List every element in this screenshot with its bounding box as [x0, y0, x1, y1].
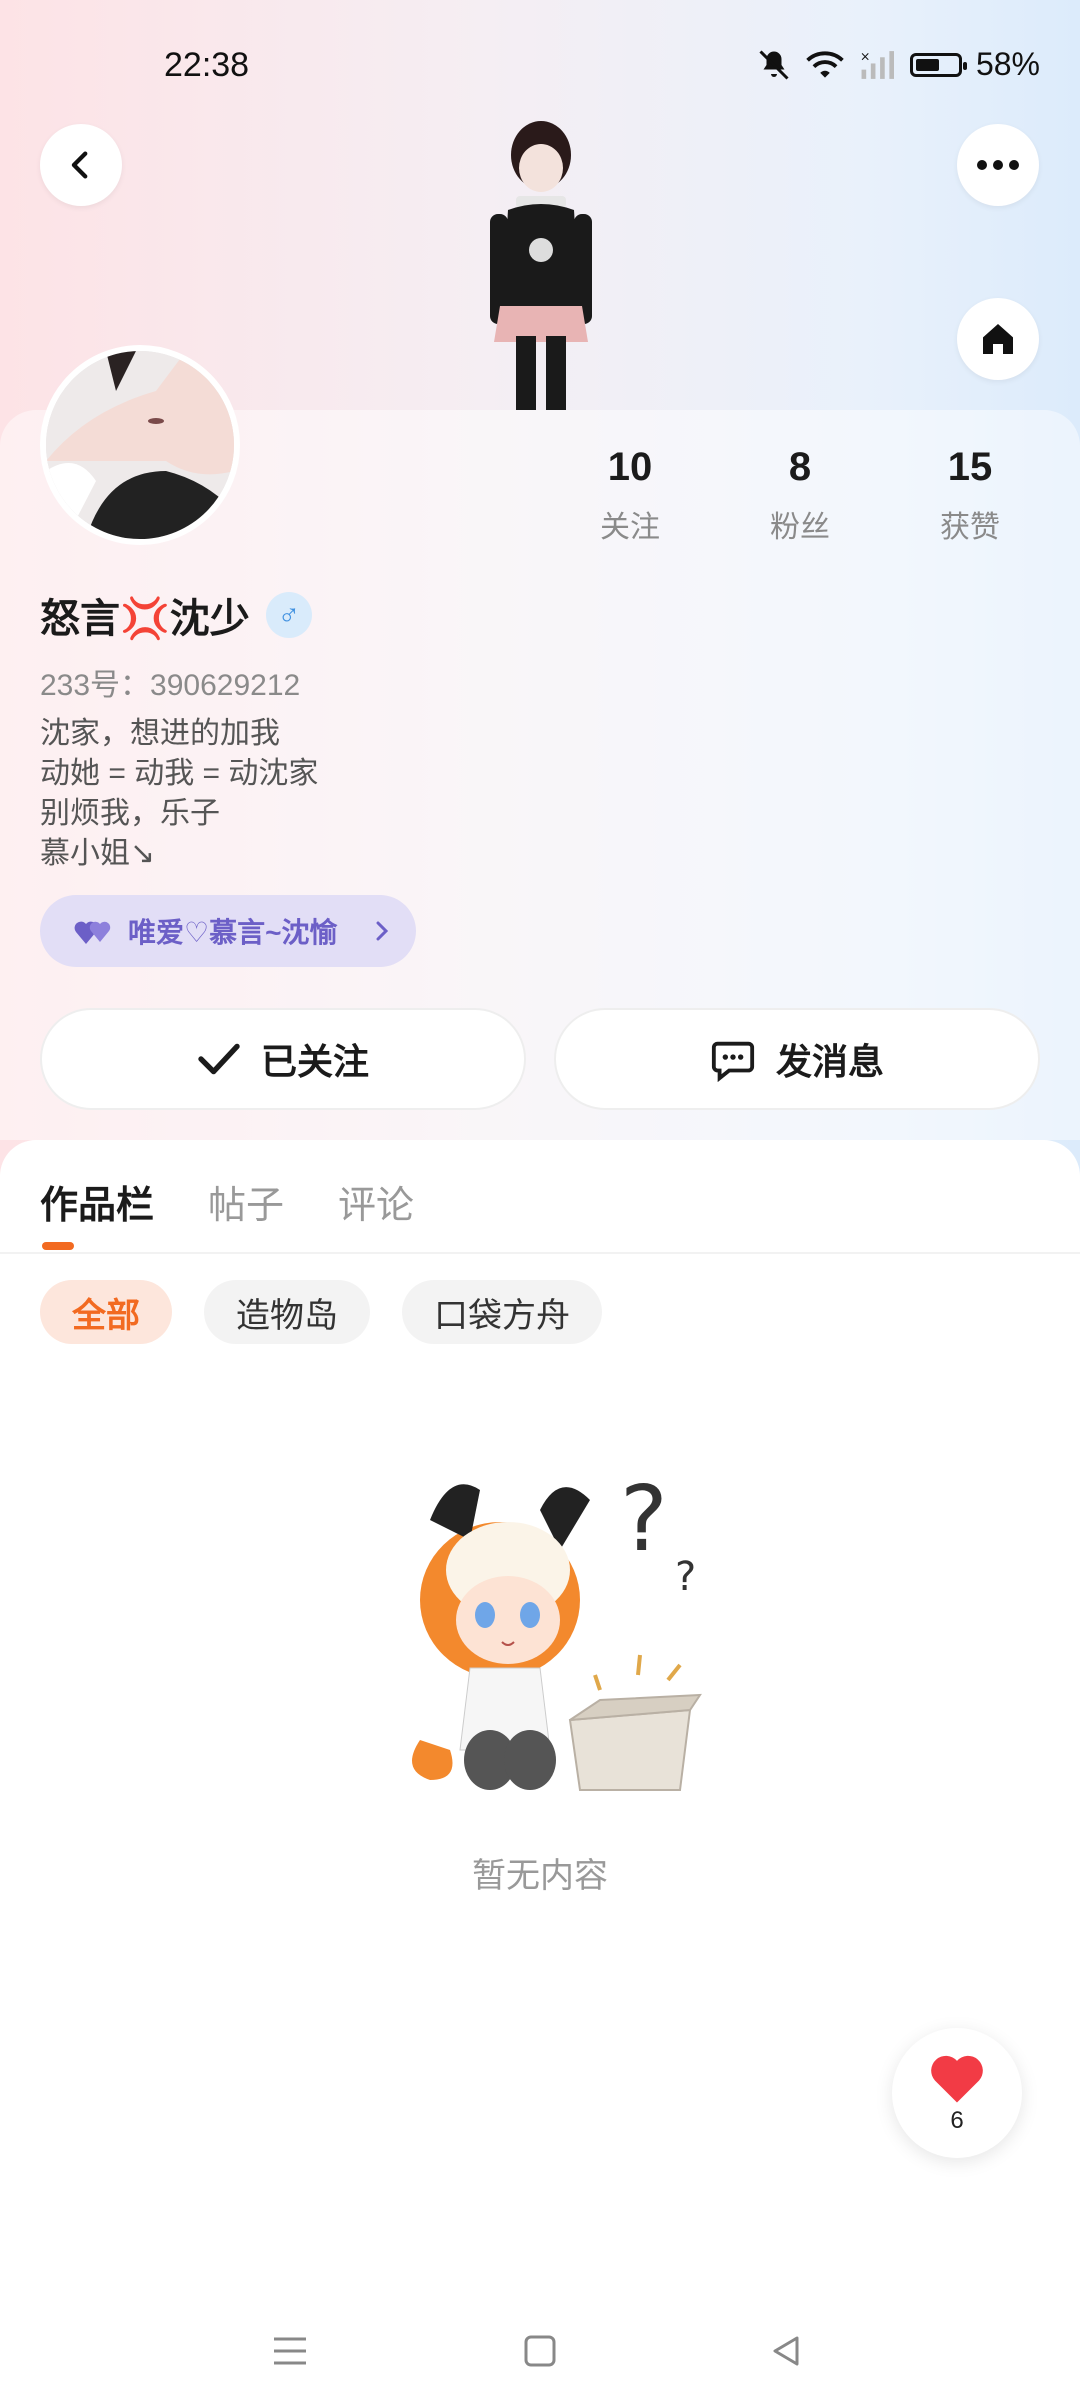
home-square-icon[interactable]: [510, 2326, 570, 2376]
tab-indicator: [42, 1242, 74, 1250]
battery-percent: 58%: [975, 46, 1040, 82]
message-button[interactable]: 发消息: [554, 1008, 1040, 1110]
bio-line: 别烦我，乐子: [40, 797, 220, 830]
stat-likes[interactable]: 15 获赞: [900, 445, 1040, 546]
system-nav-bar: [0, 2300, 1080, 2400]
svg-text:?: ?: [620, 1467, 668, 1572]
avatar[interactable]: [40, 345, 240, 545]
menu-icon[interactable]: [260, 2326, 320, 2376]
bell-mute-icon: [759, 49, 789, 80]
chip-pocket-ark[interactable]: 口袋方舟: [402, 1280, 602, 1344]
chevron-right-icon: [376, 921, 389, 941]
battery-icon: [909, 52, 967, 77]
empty-state-text: 暂无内容: [472, 1857, 608, 1895]
svg-text:?: ?: [675, 1554, 696, 1600]
name-row: 怒言💢沈少 ♂: [40, 586, 312, 644]
heart-icon: [931, 2055, 983, 2103]
filter-chips: 全部 造物岛 口袋方舟: [40, 1280, 602, 1344]
chat-bubble-icon: [711, 1041, 755, 1082]
stat-fans[interactable]: 8 粉丝: [730, 445, 870, 546]
like-count: 6: [950, 2107, 964, 2134]
stat-number: 8: [788, 445, 812, 489]
like-button[interactable]: 6: [892, 2028, 1022, 2158]
home-button[interactable]: [957, 298, 1039, 380]
tab-works[interactable]: 作品栏: [40, 1174, 154, 1229]
empty-state-illustration: ? ?: [412, 1467, 702, 1791]
stat-label: 关注: [600, 511, 660, 544]
back-triangle-icon[interactable]: [756, 2326, 816, 2376]
tab-comments[interactable]: 评论: [338, 1174, 414, 1229]
battery-fill: [915, 58, 939, 71]
user-name: 怒言💢沈少: [40, 597, 250, 641]
chip-creation-island[interactable]: 造物岛: [204, 1280, 370, 1344]
divider: [0, 1252, 1080, 1254]
svg-text:×: ×: [860, 49, 870, 63]
tab-posts[interactable]: 帖子: [208, 1174, 284, 1229]
stat-following[interactable]: 10 关注: [560, 445, 700, 546]
bio-line: 慕小姐↘: [40, 837, 156, 870]
signal-icon: ×: [860, 49, 894, 79]
more-dots-icon: [977, 160, 1019, 170]
status-icons: × 58%: [756, 46, 1040, 83]
followed-button[interactable]: 已关注: [40, 1008, 526, 1110]
avatar-image: [46, 351, 234, 539]
double-heart-icon: [74, 921, 111, 944]
followed-label: 已关注: [260, 1041, 369, 1082]
user-bio: 沈家，想进的加我 动她 = 动我 = 动沈家 别烦我，乐子 慕小姐↘: [40, 714, 318, 874]
bio-line: 动她 = 动我 = 动沈家: [40, 757, 319, 790]
back-button[interactable]: [40, 124, 122, 206]
stat-number: 10: [607, 445, 653, 489]
status-time: 22:38: [164, 46, 250, 84]
couple-tag-label: 唯爱♡慕言~沈愉: [128, 917, 338, 948]
character-figure: [490, 121, 592, 410]
tab-bar: 作品栏 帖子 评论: [40, 1174, 414, 1229]
bio-line: 沈家，想进的加我: [40, 717, 280, 750]
user-id[interactable]: 233号：390629212: [40, 660, 300, 704]
couple-tag[interactable]: 唯爱♡慕言~沈愉: [40, 895, 416, 967]
check-icon: [198, 1043, 240, 1075]
home-icon: [983, 324, 1013, 354]
stats-row: 10 关注 8 粉丝 15 获赞: [560, 445, 1040, 546]
back-arrow-icon: [71, 151, 88, 179]
gender-male-icon: ♂: [265, 592, 312, 638]
chip-all[interactable]: 全部: [40, 1280, 172, 1344]
stat-label: 粉丝: [770, 511, 830, 544]
wifi-icon: [806, 50, 844, 78]
stat-label: 获赞: [940, 511, 1000, 544]
stat-number: 15: [947, 445, 993, 489]
more-button[interactable]: [957, 124, 1039, 206]
message-label: 发消息: [775, 1041, 884, 1082]
